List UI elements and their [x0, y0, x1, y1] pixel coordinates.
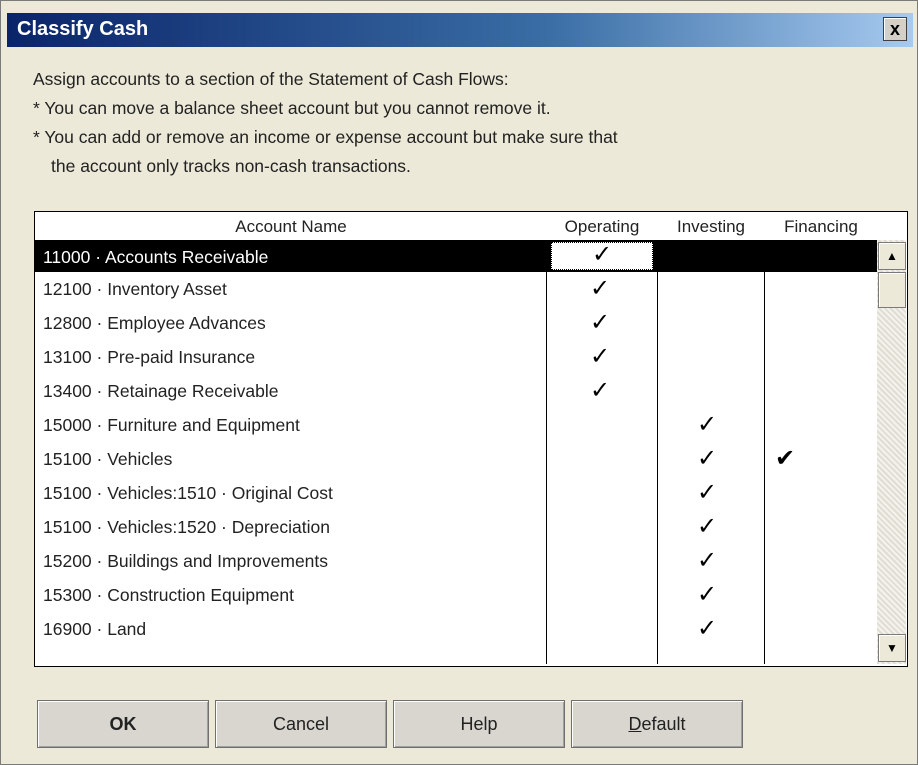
table-row[interactable]: 13100 · Pre-paid Insurance ✓: [35, 340, 877, 374]
investing-check-icon[interactable]: ✓: [687, 615, 727, 643]
table-row[interactable]: 16900 · Land ✓: [35, 612, 877, 646]
title-bar: Classify Cash x: [7, 13, 913, 47]
operating-check-icon[interactable]: ✓: [580, 377, 620, 405]
vertical-scrollbar[interactable]: ▲ ▼: [877, 240, 906, 664]
instruction-line-3: * You can add or remove an income or exp…: [33, 127, 618, 147]
column-header-investing[interactable]: Investing: [657, 217, 765, 237]
account-name-cell: 13400 · Retainage Receivable: [43, 381, 279, 401]
account-name-cell: 15300 · Construction Equipment: [43, 585, 294, 605]
account-name-cell: 15100 · Vehicles:1510 · Original Cost: [43, 483, 333, 503]
table-row[interactable]: 15100 · Vehicles ✓ ✔: [35, 442, 877, 476]
operating-check-icon[interactable]: ✓: [580, 343, 620, 371]
table-row[interactable]: 12800 · Employee Advances ✓: [35, 306, 877, 340]
scroll-up-icon[interactable]: ▲: [878, 242, 906, 270]
investing-check-icon[interactable]: ✓: [687, 513, 727, 541]
table-row[interactable]: 15000 · Furniture and Equipment ✓: [35, 408, 877, 442]
scroll-down-icon[interactable]: ▼: [878, 634, 906, 662]
table-row[interactable]: 13400 · Retainage Receivable ✓: [35, 374, 877, 408]
account-name-cell: 15000 · Furniture and Equipment: [43, 415, 300, 435]
operating-check-icon[interactable]: ✓: [582, 241, 622, 269]
ok-button[interactable]: OK: [37, 700, 209, 748]
grid-rows: 11000 · Accounts Receivable ✓ 12100 · Inve…: [35, 240, 877, 646]
column-divider: [657, 240, 658, 664]
instruction-line-1: Assign accounts to a section of the Stat…: [33, 69, 509, 89]
column-divider: [764, 240, 765, 664]
help-button[interactable]: Help: [393, 700, 565, 748]
column-divider: [546, 240, 547, 664]
operating-cell-focused[interactable]: ✓: [551, 241, 653, 270]
account-name-cell: 15200 · Buildings and Improvements: [43, 551, 329, 571]
table-row[interactable]: 11000 · Accounts Receivable ✓: [35, 240, 877, 272]
table-row[interactable]: 12100 · Inventory Asset ✓: [35, 272, 877, 306]
instructions: Assign accounts to a section of the Stat…: [33, 65, 853, 181]
default-button-label: efault: [641, 714, 686, 734]
account-name-cell: 13100 · Pre-paid Insurance: [43, 347, 256, 367]
investing-check-icon[interactable]: ✓: [687, 411, 727, 439]
close-button[interactable]: x: [883, 17, 907, 41]
cancel-button[interactable]: Cancel: [215, 700, 387, 748]
account-name-cell: 11000 · Accounts Receivable: [43, 247, 269, 267]
dialog-title: Classify Cash: [17, 18, 149, 40]
operating-check-icon[interactable]: ✓: [580, 275, 620, 303]
investing-check-icon[interactable]: ✓: [687, 547, 727, 575]
operating-check-icon[interactable]: ✓: [580, 309, 620, 337]
table-row[interactable]: 15300 · Construction Equipment ✓: [35, 578, 877, 612]
investing-check-icon[interactable]: ✓: [687, 445, 727, 473]
account-grid: Account Name Operating Investing Financi…: [34, 211, 908, 667]
grid-header: Account Name Operating Investing Financi…: [35, 212, 877, 240]
account-name-cell: 15100 · Vehicles: [43, 449, 173, 469]
account-name-cell: 12100 · Inventory Asset: [43, 279, 227, 299]
default-button[interactable]: Default: [571, 700, 743, 748]
classify-cash-dialog: Classify Cash x Assign accounts to a sec…: [0, 0, 918, 765]
instruction-line-4: the account only tracks non-cash transac…: [51, 156, 411, 176]
column-header-account-name[interactable]: Account Name: [35, 217, 547, 237]
default-button-mnemonic: D: [628, 714, 642, 734]
account-name-cell: 15100 · Vehicles:1520 · Depreciation: [43, 517, 330, 537]
account-name-cell: 12800 · Employee Advances: [43, 313, 266, 333]
instruction-line-2: * You can move a balance sheet account b…: [33, 98, 551, 118]
account-name-cell: 16900 · Land: [43, 619, 147, 639]
column-header-financing[interactable]: Financing: [765, 217, 877, 237]
scroll-thumb[interactable]: [878, 272, 906, 308]
table-row[interactable]: 15100 · Vehicles:1510 · Original Cost ✓: [35, 476, 877, 510]
investing-check-icon[interactable]: ✓: [687, 479, 727, 507]
column-header-operating[interactable]: Operating: [547, 217, 657, 237]
table-row[interactable]: 15200 · Buildings and Improvements ✓: [35, 544, 877, 578]
investing-check-icon[interactable]: ✓: [687, 581, 727, 609]
financing-check-icon[interactable]: ✔: [765, 445, 805, 473]
table-row[interactable]: 15100 · Vehicles:1520 · Depreciation ✓: [35, 510, 877, 544]
